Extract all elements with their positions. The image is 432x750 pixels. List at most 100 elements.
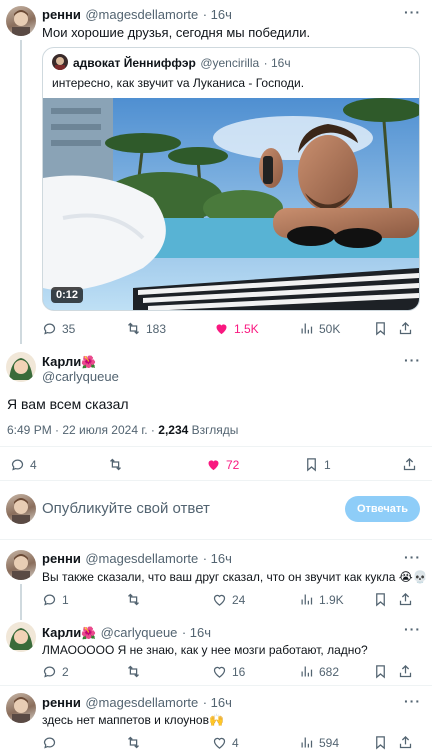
- bookmark-button[interactable]: [373, 321, 388, 336]
- bookmark-button[interactable]: [373, 664, 388, 679]
- bookmark-button[interactable]: [373, 735, 388, 750]
- like-button[interactable]: 72: [206, 457, 239, 472]
- repost-button[interactable]: [126, 735, 141, 750]
- views-icon: [301, 737, 313, 748]
- tweet-time[interactable]: · 16ч: [203, 551, 232, 566]
- heart-outline-icon: [213, 594, 226, 606]
- quote-card[interactable]: адвокат Йенниффэр @yencirilla · 16ч инте…: [42, 47, 420, 311]
- author-handle[interactable]: @carlyqueue: [101, 625, 178, 640]
- raised-hands-emoji: 🙌: [208, 713, 224, 727]
- avatar: [6, 494, 36, 524]
- repost-button[interactable]: 183: [126, 321, 166, 336]
- reply-icon: [11, 459, 24, 471]
- repost-button[interactable]: [108, 457, 123, 472]
- bookmark-icon: [307, 458, 316, 472]
- author-name[interactable]: Карли: [42, 625, 81, 640]
- heart-outline-icon: [213, 737, 226, 749]
- views-label: Взгляды: [191, 423, 239, 437]
- author-name[interactable]: ренни: [42, 695, 81, 710]
- more-icon[interactable]: ···: [404, 549, 421, 565]
- tweet-time[interactable]: · 16ч: [203, 695, 232, 710]
- like-button[interactable]: 4: [212, 735, 239, 750]
- bookmark-button[interactable]: [373, 592, 388, 607]
- share-icon: [399, 735, 412, 749]
- author-handle[interactable]: @magesdellamorte: [85, 7, 198, 22]
- share-button[interactable]: [398, 592, 413, 607]
- repost-icon: [110, 458, 121, 471]
- bookmark-button[interactable]: 1: [304, 457, 331, 472]
- tweet-text: Мои хорошие друзья, сегодня мы победили.: [42, 25, 311, 40]
- quote-author-name: адвокат Йенниффэр: [73, 56, 196, 70]
- reply-icon: [43, 666, 56, 678]
- reply-count: 1: [62, 592, 69, 607]
- repost-icon: [128, 322, 139, 335]
- views-button[interactable]: 50K: [299, 321, 340, 336]
- avatar[interactable]: [6, 352, 36, 382]
- share-button[interactable]: [402, 457, 417, 472]
- views-count: 50K: [319, 321, 341, 336]
- repost-button[interactable]: [126, 592, 141, 607]
- reply-button[interactable]: 2: [42, 664, 69, 679]
- share-button[interactable]: [398, 321, 413, 336]
- author-name[interactable]: ренни: [42, 551, 81, 566]
- divider: [0, 446, 432, 447]
- tweet-time[interactable]: · 16ч: [182, 625, 211, 640]
- avatar[interactable]: [6, 693, 36, 723]
- tweet-time[interactable]: · 16ч: [203, 7, 232, 22]
- share-icon: [399, 592, 412, 606]
- quote-time: · 16ч: [263, 56, 291, 70]
- more-icon[interactable]: ···: [404, 693, 421, 709]
- quote-video[interactable]: 0:12: [43, 98, 419, 310]
- divider: [0, 539, 432, 540]
- tweet-header: ренни @magesdellamorte · 16ч: [42, 6, 232, 24]
- tweet-timestamp[interactable]: 6:49 PM · 22 июля 2024 г. ·: [7, 423, 155, 437]
- author-name[interactable]: ренни: [42, 7, 81, 22]
- thread-line: [20, 40, 22, 344]
- views-count: 1.9K: [319, 592, 344, 607]
- like-button[interactable]: 24: [212, 592, 245, 607]
- avatar[interactable]: [6, 6, 36, 36]
- reply-button[interactable]: 1: [42, 592, 69, 607]
- author-handle[interactable]: @magesdellamorte: [85, 695, 198, 710]
- author-name[interactable]: Карли: [42, 354, 81, 369]
- reply-button[interactable]: [42, 735, 57, 750]
- more-icon[interactable]: ···: [404, 4, 421, 20]
- share-button[interactable]: [398, 735, 413, 750]
- like-count: 16: [232, 664, 246, 679]
- bookmark-count: 1: [324, 457, 331, 472]
- reply-button[interactable]: 4: [10, 457, 37, 472]
- avatar[interactable]: [6, 622, 36, 652]
- quote-author-handle: @yencirilla: [200, 56, 260, 70]
- repost-icon: [128, 665, 139, 678]
- video-duration: 0:12: [51, 287, 84, 303]
- avatar[interactable]: [6, 550, 36, 580]
- reply-icon: [43, 594, 56, 606]
- like-button[interactable]: 16: [212, 664, 245, 679]
- views-icon: [301, 594, 313, 605]
- views-total: 2,234: [158, 423, 189, 437]
- views-button[interactable]: 594: [299, 735, 339, 750]
- like-count: 72: [226, 457, 240, 472]
- tweet-text-wrap: Вы также сказали, что ваш друг сказал, ч…: [42, 569, 428, 586]
- author-handle[interactable]: @magesdellamorte: [85, 551, 198, 566]
- views-button[interactable]: 1.9K: [299, 592, 344, 607]
- flower-emoji: 🌺: [81, 355, 97, 369]
- repost-button[interactable]: [126, 664, 141, 679]
- more-icon[interactable]: ···: [404, 352, 421, 368]
- flower-emoji: 🌺: [81, 626, 97, 640]
- views-button[interactable]: 682: [299, 664, 339, 679]
- reply-button[interactable]: 35: [42, 321, 75, 336]
- like-count: 4: [232, 735, 239, 750]
- like-button[interactable]: 1.5K: [214, 321, 259, 336]
- more-icon[interactable]: ···: [404, 621, 421, 637]
- reply-input[interactable]: Опубликуйте свой ответ: [42, 500, 210, 517]
- views-icon: [301, 666, 313, 677]
- tweet-text: Вы также сказали, что ваш друг сказал, ч…: [42, 570, 396, 584]
- reply-submit-button[interactable]: Отвечать: [345, 496, 420, 522]
- tweet-text-wrap: здесь нет маппетов и клоунов🙌: [42, 712, 224, 729]
- heart-icon: [216, 324, 227, 335]
- share-button[interactable]: [398, 664, 413, 679]
- reply-icon: [43, 737, 56, 749]
- bookmark-icon: [376, 736, 385, 750]
- author-handle[interactable]: @carlyqueue: [42, 369, 119, 384]
